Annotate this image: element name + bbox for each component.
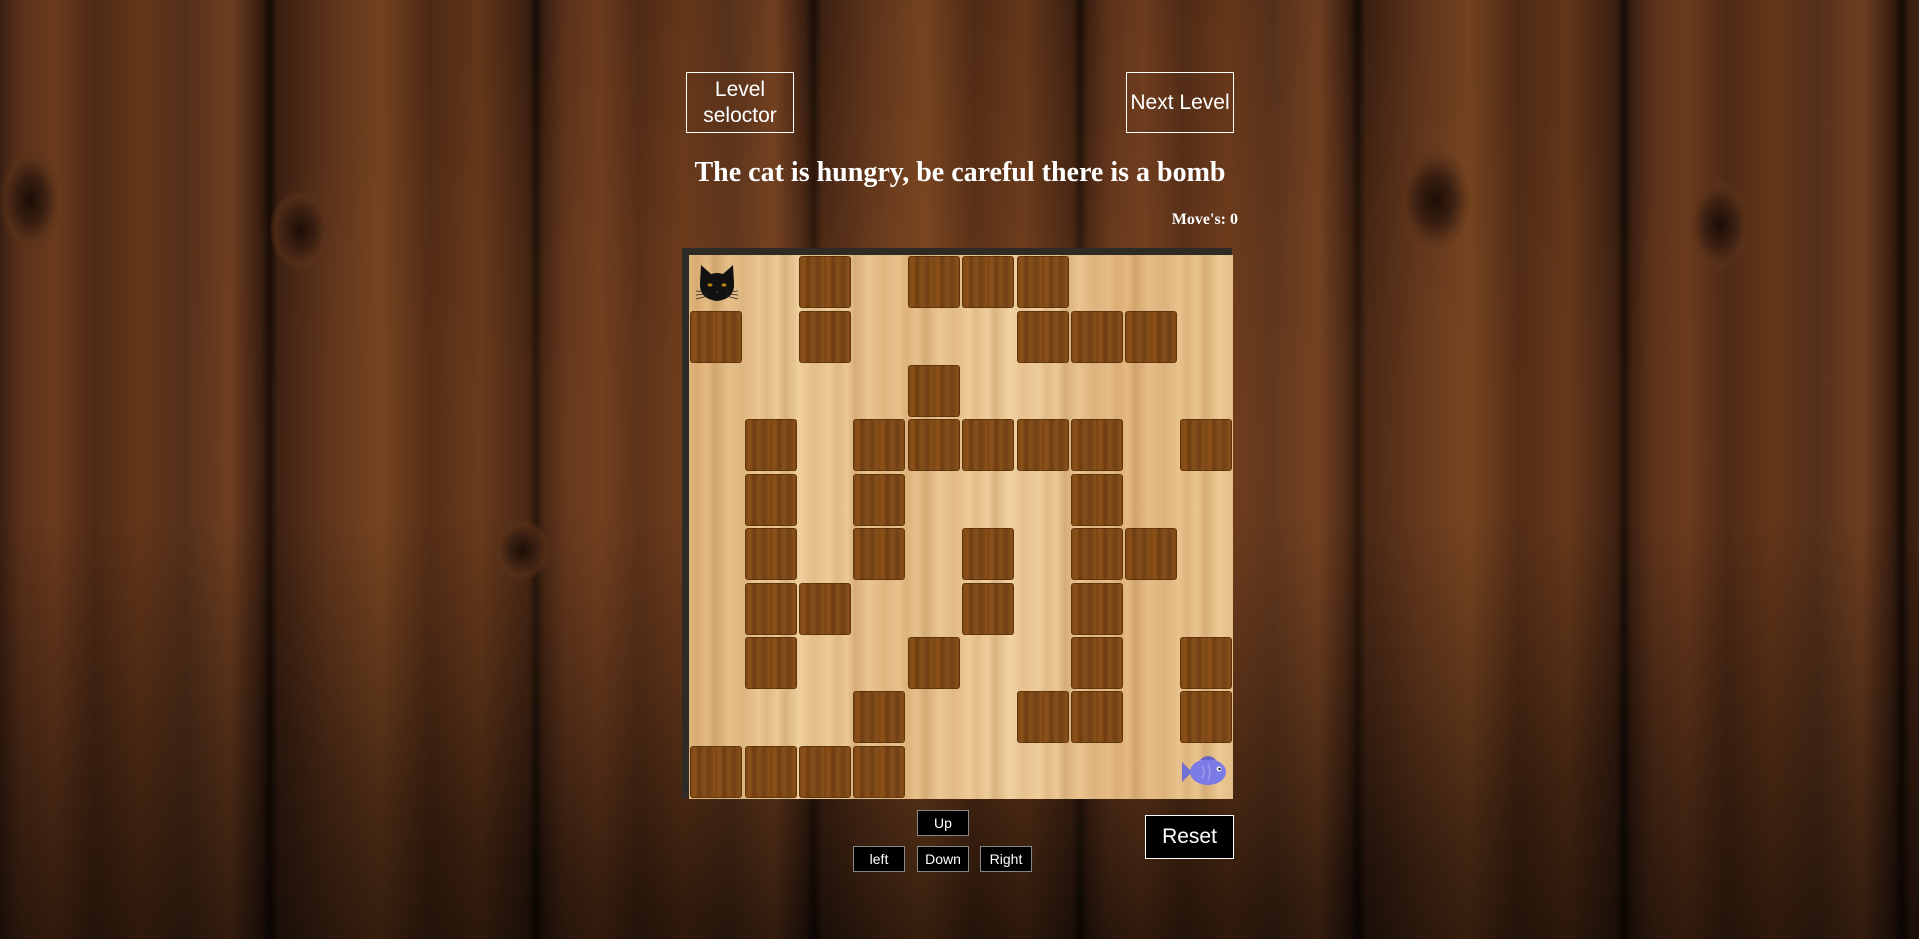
maze-wall xyxy=(799,745,851,798)
maze-wall xyxy=(744,745,797,798)
maze-wall xyxy=(1071,310,1123,363)
maze-wall xyxy=(799,310,851,363)
level-selector-button[interactable]: Level seloctor xyxy=(686,72,794,133)
maze-wall xyxy=(962,582,1015,635)
maze-wall xyxy=(690,310,743,363)
maze-wall xyxy=(853,745,906,798)
maze-wall xyxy=(1071,528,1123,581)
maze-wall xyxy=(853,691,906,744)
maze-wall xyxy=(1016,310,1069,363)
maze-wall xyxy=(1125,528,1178,581)
moves-counter: Move's: 0 xyxy=(1171,211,1238,228)
maze-wall xyxy=(1071,582,1123,635)
maze-wall xyxy=(1179,691,1232,744)
right-button[interactable]: Right xyxy=(980,846,1032,872)
next-level-button[interactable]: Next Level xyxy=(1126,72,1234,133)
maze-wall xyxy=(744,528,797,581)
maze-wall xyxy=(962,256,1015,309)
maze-wall xyxy=(907,365,960,417)
maze-wall xyxy=(1125,310,1178,363)
maze-wall xyxy=(1071,637,1123,689)
maze-wall xyxy=(853,473,906,526)
maze-wall xyxy=(1071,473,1123,526)
cat-icon xyxy=(694,261,740,307)
maze-wall xyxy=(799,582,851,635)
maze-wall xyxy=(907,256,960,309)
game-board xyxy=(682,248,1233,799)
maze-wall xyxy=(907,637,960,689)
board-floor xyxy=(689,255,1233,799)
maze-wall xyxy=(1016,256,1069,309)
wood-knot xyxy=(0,150,60,250)
maze-wall xyxy=(744,582,797,635)
up-button[interactable]: Up xyxy=(917,810,969,836)
maze-wall xyxy=(744,637,797,689)
fish-icon xyxy=(1180,752,1232,792)
maze-wall xyxy=(907,419,960,472)
maze-wall xyxy=(962,419,1015,472)
left-button[interactable]: left xyxy=(853,846,905,872)
maze-wall xyxy=(853,419,906,472)
maze-wall xyxy=(690,745,743,798)
wood-knot xyxy=(1690,180,1750,270)
maze-wall xyxy=(962,528,1015,581)
reset-button[interactable]: Reset xyxy=(1145,815,1234,859)
maze-wall xyxy=(799,256,851,309)
maze-wall xyxy=(744,473,797,526)
maze-wall xyxy=(1179,419,1232,472)
level-title: The cat is hungry, be careful there is a… xyxy=(694,157,1226,188)
maze-wall xyxy=(1071,691,1123,744)
wood-knot xyxy=(270,190,330,270)
maze-wall xyxy=(1179,637,1232,689)
down-button[interactable]: Down xyxy=(917,846,969,872)
wood-knot xyxy=(495,520,550,580)
maze-wall xyxy=(744,419,797,472)
maze-wall xyxy=(853,528,906,581)
wood-knot xyxy=(1400,150,1470,250)
maze-wall xyxy=(1016,419,1069,472)
maze-wall xyxy=(1071,419,1123,472)
maze-wall xyxy=(1016,691,1069,744)
